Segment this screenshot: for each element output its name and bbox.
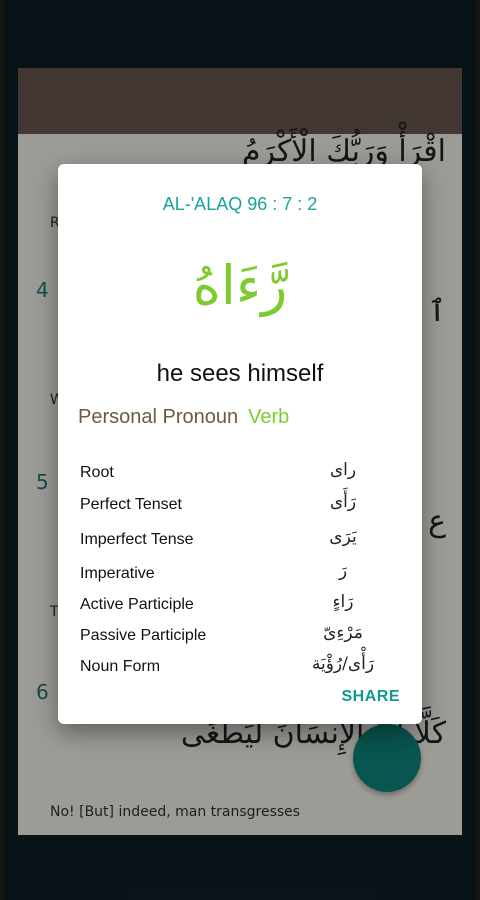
form-value: رَأَى xyxy=(329,492,357,512)
form-value: مَرْءِىّ xyxy=(323,623,363,643)
form-row-imperative: Imperative رَ xyxy=(78,561,404,592)
word-meaning: he sees himself xyxy=(156,360,324,387)
form-value: رَاءٍ xyxy=(332,592,354,612)
tag-verb: Verb xyxy=(248,406,290,428)
form-label: Noun Form xyxy=(80,658,161,675)
form-value: رَأْى/رُؤْيَة xyxy=(311,654,375,674)
verse-reference: AL-'ALAQ 96 : 7 : 2 xyxy=(162,194,318,214)
form-label: Perfect Tenset xyxy=(80,496,182,513)
form-label: Passive Participle xyxy=(80,627,207,644)
arabic-word: رَّءَاهُ xyxy=(192,254,288,317)
form-value: يَرَى xyxy=(329,527,357,547)
form-row-root: Root راى xyxy=(78,460,404,492)
form-value: راى xyxy=(329,460,357,480)
form-row-imperfect: Imperfect Tense يَرَى xyxy=(78,527,404,561)
tag-personal-pronoun: Personal Pronoun xyxy=(78,406,239,428)
verb-forms-list: Root راى Perfect Tenset رَأَى Imperfect … xyxy=(78,460,404,686)
form-row-noun-form: Noun Form رَأْى/رُؤْيَة xyxy=(78,654,404,686)
form-row-passive-participle: Passive Participle مَرْءِىّ xyxy=(78,623,404,654)
share-button[interactable]: SHARE xyxy=(341,688,400,706)
form-label: Imperative xyxy=(80,565,155,582)
form-value: رَ xyxy=(338,561,348,581)
word-detail-dialog: AL-'ALAQ 96 : 7 : 2 رَّءَاهُ he sees him… xyxy=(58,164,422,724)
form-label: Root xyxy=(80,464,114,481)
form-label: Imperfect Tense xyxy=(80,531,194,548)
grammar-tags: Personal Pronoun Verb xyxy=(78,406,289,429)
form-label: Active Participle xyxy=(80,596,194,613)
form-row-perfect: Perfect Tenset رَأَى xyxy=(78,492,404,527)
form-row-active-participle: Active Participle رَاءٍ xyxy=(78,592,404,623)
